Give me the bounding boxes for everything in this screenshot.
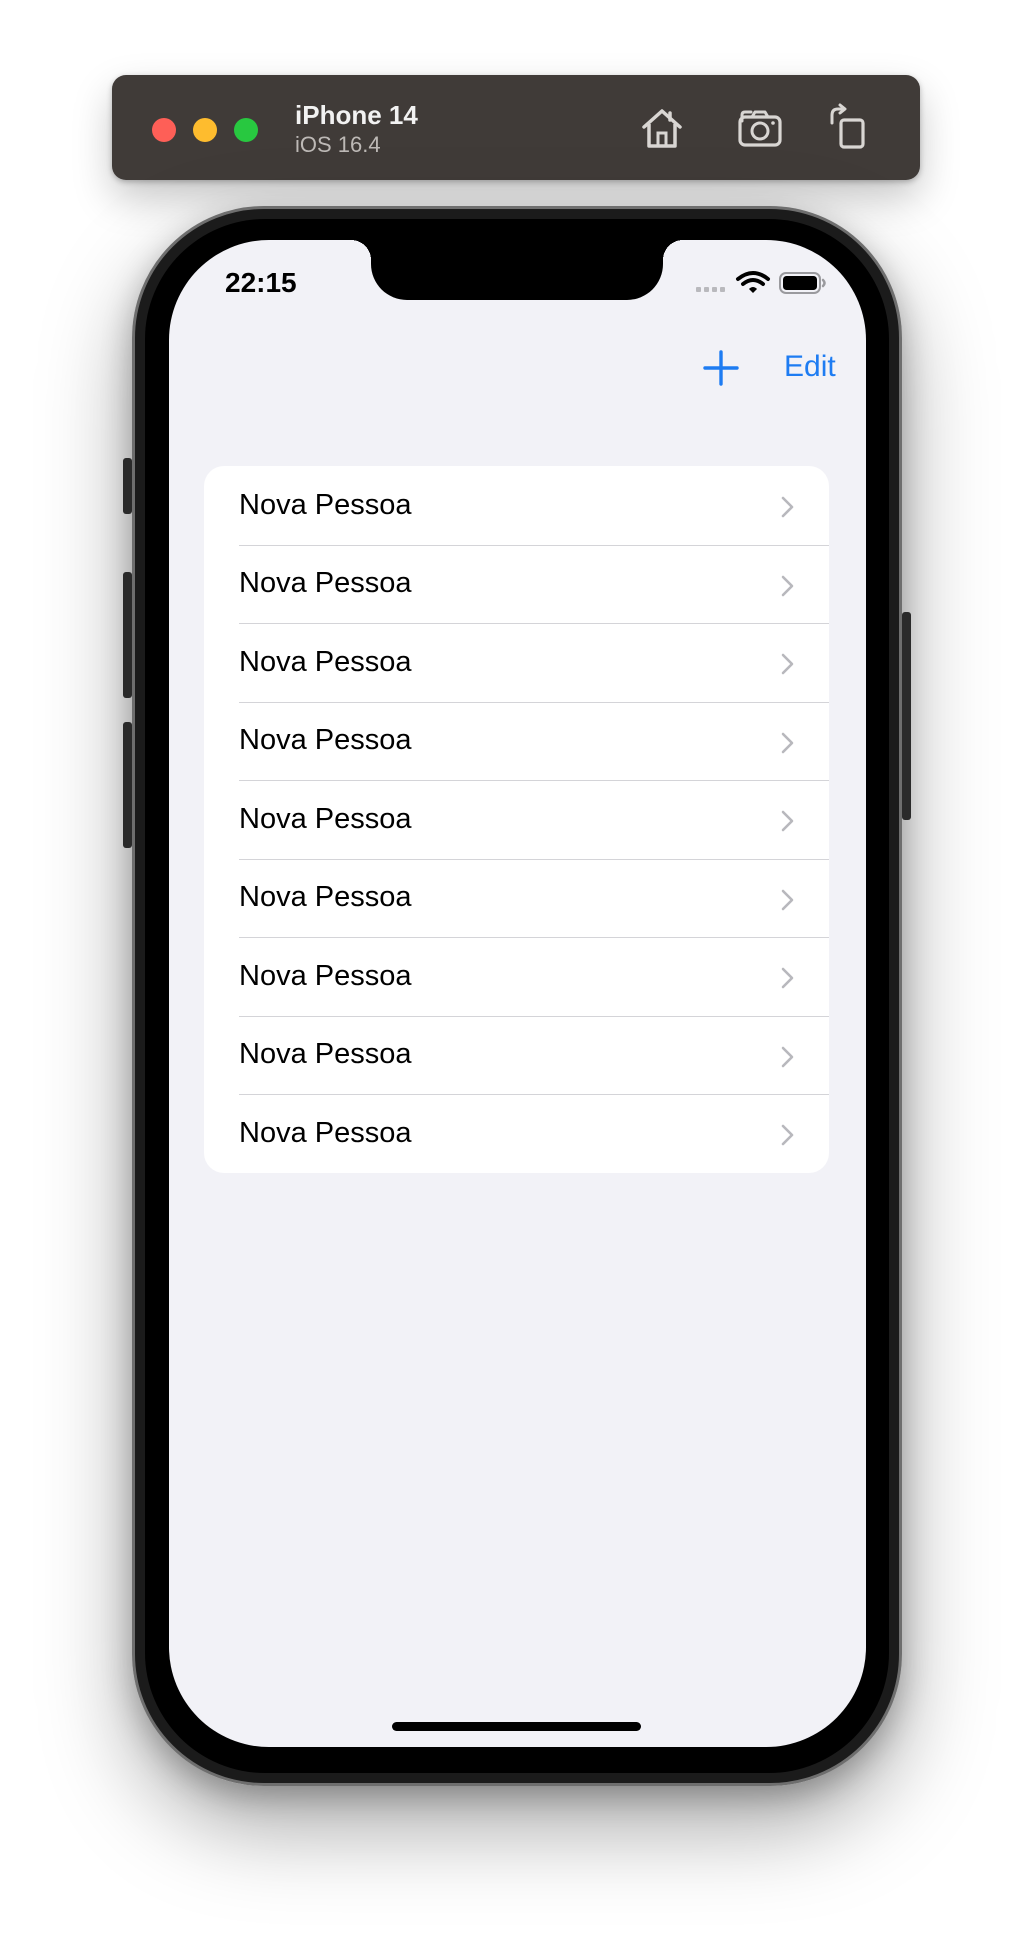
list-item-label: Nova Pessoa — [239, 1038, 412, 1071]
os-version: iOS 16.4 — [295, 132, 381, 157]
status-time: 22:15 — [225, 267, 297, 298]
volume-down-button — [123, 722, 132, 848]
screenshot-icon[interactable] — [734, 103, 786, 153]
battery-icon — [779, 272, 826, 294]
list-item[interactable]: Nova Pessoa — [204, 937, 829, 1016]
list-item-label: Nova Pessoa — [239, 959, 412, 992]
minimize-window-button[interactable] — [193, 118, 217, 142]
list-item-label: Nova Pessoa — [239, 724, 412, 757]
chevron-right-icon — [781, 810, 794, 832]
simulator-toolbar: iPhone 14 iOS 16.4 — [112, 75, 920, 180]
list-item-label: Nova Pessoa — [239, 645, 412, 678]
chevron-right-icon — [781, 967, 794, 989]
add-button[interactable] — [699, 346, 743, 390]
list-item[interactable]: Nova Pessoa — [204, 544, 829, 624]
chevron-right-icon — [781, 732, 794, 753]
chevron-right-icon — [781, 1124, 794, 1146]
home-icon[interactable] — [636, 103, 688, 153]
list-item-label: Nova Pessoa — [239, 488, 412, 521]
list-item[interactable]: Nova Pessoa — [204, 780, 829, 859]
list-item-label: Nova Pessoa — [239, 802, 412, 835]
chevron-right-icon — [781, 496, 794, 518]
close-window-button[interactable] — [152, 118, 176, 142]
list-item[interactable]: Nova Pessoa — [204, 466, 829, 545]
chevron-right-icon — [781, 575, 794, 596]
list-item-label: Nova Pessoa — [239, 881, 412, 914]
edit-button[interactable]: Edit — [784, 348, 836, 386]
list-item[interactable]: Nova Pessoa — [204, 1015, 829, 1095]
chevron-right-icon — [781, 1046, 794, 1067]
home-indicator[interactable] — [392, 1722, 641, 1731]
notch — [351, 240, 683, 300]
list-item[interactable]: Nova Pessoa — [204, 701, 829, 781]
zoom-window-button[interactable] — [234, 118, 258, 142]
list-item[interactable]: Nova Pessoa — [204, 623, 829, 702]
list-item-label: Nova Pessoa — [239, 1116, 412, 1149]
list-item-label: Nova Pessoa — [239, 567, 412, 600]
list-item[interactable]: Nova Pessoa — [204, 858, 829, 938]
people-list: Nova Pessoa Nova Pessoa Nova Pessoa Nova… — [204, 466, 829, 1173]
silent-switch — [123, 458, 132, 514]
wifi-icon — [736, 271, 770, 293]
power-button — [902, 612, 911, 820]
chevron-right-icon — [781, 889, 794, 910]
status-icons — [696, 271, 826, 294]
list-item[interactable]: Nova Pessoa — [204, 1094, 829, 1173]
rotate-icon[interactable] — [824, 103, 876, 153]
signal-icon — [696, 287, 725, 292]
chevron-right-icon — [781, 653, 794, 675]
volume-up-button — [123, 572, 132, 698]
phone-screen: 22:15 Edit Nova Pessoa Nova Pessoa Nova … — [169, 240, 866, 1747]
device-name: iPhone 14 — [295, 100, 418, 130]
